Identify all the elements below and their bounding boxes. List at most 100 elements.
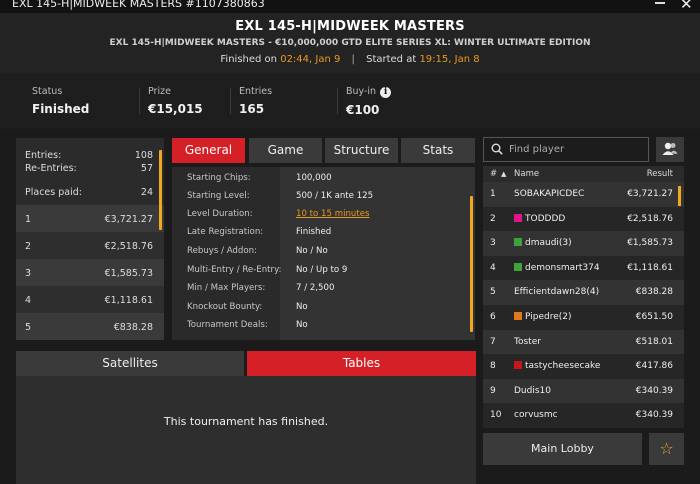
payout-row: 5 €838.28	[16, 313, 164, 340]
detail-row: Starting Level: 500 / 1K ante 125	[172, 191, 472, 209]
close-button[interactable]: ✕	[680, 0, 693, 12]
main-lobby-button[interactable]: Main Lobby	[483, 433, 642, 465]
divider	[337, 88, 338, 114]
player-list: 1 SOBAKAPICDEC €3,721.27 2 TODDDD €2,518.76 …	[483, 182, 684, 428]
search-icon	[491, 143, 503, 155]
general-details: Starting Chips: 100,000 Starting Level: 50…	[172, 167, 475, 340]
player-name-cell: Toster	[514, 337, 541, 347]
player-row[interactable]: 5 Efficientdawn28(4) €838.28	[483, 280, 684, 305]
tab-general[interactable]: General	[172, 138, 245, 163]
places-paid-row: Places paid: 24	[25, 187, 153, 198]
tab-tables[interactable]: Tables	[247, 351, 476, 376]
tab-stats[interactable]: Stats	[401, 138, 475, 163]
window-title: EXL 145-H|MIDWEEK MASTERS #1107380863	[12, 0, 265, 10]
player-row[interactable]: 8 tastycheesecake €417.86	[483, 354, 684, 379]
buyin-label-row: Buy-in i	[346, 86, 392, 98]
my-tournament-button[interactable]	[656, 137, 684, 162]
detail-key: Late Registration:	[187, 227, 264, 237]
player-row[interactable]: 6 Pipedre(2) €651.50	[483, 305, 684, 330]
level-duration-link[interactable]: 10 to 15 minutes	[296, 209, 369, 219]
player-rank: 3	[490, 238, 496, 249]
divider	[230, 88, 231, 114]
finished-time: 02:44, Jan 9	[280, 54, 341, 65]
col-rank[interactable]: #	[490, 169, 497, 179]
payout-scrollbar[interactable]	[159, 150, 162, 230]
minimize-button[interactable]	[655, 2, 665, 4]
payout-place: 5	[25, 322, 32, 333]
player-row[interactable]: 2 TODDDD €2,518.76	[483, 206, 684, 232]
search-input[interactable]	[509, 141, 644, 158]
prize-value: €15,015	[148, 102, 203, 116]
player-flag-icon	[514, 238, 522, 247]
player-list-scrollbar[interactable]	[678, 186, 681, 206]
col-result[interactable]: Result	[647, 169, 673, 179]
entries-row: Entries: 108	[25, 150, 153, 161]
player-name-cell: dmaudi(3)	[514, 238, 572, 248]
player-name-cell: demonsmart374	[514, 262, 600, 273]
player-row[interactable]: 9 Dudis10 €340.39	[483, 378, 684, 404]
status-value: Finished	[32, 102, 90, 116]
tournament-times: Finished on 02:44, Jan 9 | Started at 19…	[0, 54, 700, 65]
tournament-summary: Status Finished Prize €15,015 Entries 16…	[0, 73, 700, 129]
player-name: Pipedre(2)	[525, 312, 572, 322]
col-name[interactable]: Name	[514, 169, 539, 179]
player-name-cell: SOBAKAPICDEC	[514, 189, 584, 199]
detail-row: Starting Chips: 100,000	[172, 173, 472, 191]
player-name: corvusmc	[514, 410, 558, 421]
player-name-cell: corvusmc	[514, 410, 558, 420]
player-row[interactable]: 10 corvusmc €340.39	[483, 403, 684, 428]
info-icon[interactable]: i	[380, 87, 392, 98]
payout-amount: €1,118.61	[104, 295, 153, 306]
prize-stat: Prize €15,015	[148, 86, 203, 116]
places-paid-value: 24	[140, 187, 153, 198]
payout-place: 3	[25, 268, 32, 279]
tab-game[interactable]: Game	[249, 138, 322, 163]
detail-key: Rebuys / Addon:	[187, 246, 257, 256]
payout-list[interactable]: 1 €3,721.27 2 €2,518.76 3 €1,585.73 4 €1,118…	[16, 205, 164, 340]
player-rank: 8	[490, 361, 496, 372]
player-result: €651.50	[635, 312, 673, 322]
status-stat: Status Finished	[32, 86, 89, 116]
payout-amount: €3,721.27	[104, 214, 153, 225]
status-label: Status	[32, 86, 63, 97]
details-scrollbar[interactable]	[470, 196, 473, 332]
player-name: SOBAKAPICDEC	[514, 189, 585, 199]
entries-stat: Entries 165	[239, 86, 272, 116]
sort-asc-icon[interactable]: ▲	[501, 170, 506, 178]
player-name-cell: Dudis10	[514, 386, 551, 396]
detail-value: 7 / 2,500	[296, 283, 335, 293]
player-result: €417.86	[635, 361, 673, 372]
detail-value: 500 / 1K ante 125	[296, 191, 374, 201]
player-rank: 7	[490, 336, 496, 347]
payout-place: 4	[25, 295, 32, 306]
tab-satellites[interactable]: Satellites	[16, 351, 244, 376]
detail-value: No	[296, 320, 308, 330]
player-name-cell: Efficientdawn28(4)	[514, 287, 599, 297]
player-name: tastycheesecake	[525, 361, 601, 372]
player-row[interactable]: 3 dmaudi(3) €1,585.73	[483, 231, 684, 256]
player-name-cell: TODDDD	[514, 213, 565, 224]
player-row[interactable]: 4 demonsmart374 €1,118.61	[483, 255, 684, 281]
player-rank: 9	[490, 385, 496, 396]
player-row[interactable]: 1 SOBAKAPICDEC €3,721.27	[483, 182, 684, 207]
entries-summary: Entries: 108 Re-Entries: 57 Places paid: 24	[16, 138, 164, 205]
detail-row: Level Duration: 10 to 15 minutes	[172, 209, 472, 227]
buyin-stat: Buy-in i €100	[346, 86, 392, 117]
tab-structure[interactable]: Structure	[325, 138, 398, 163]
player-result: €340.39	[635, 410, 673, 421]
player-rank: 6	[490, 312, 496, 322]
entries-row-label: Entries:	[25, 150, 62, 161]
places-paid-label: Places paid:	[25, 187, 82, 198]
player-result: €340.39	[635, 385, 673, 396]
player-list-header: # ▲ Name Result	[483, 166, 684, 182]
detail-key: Starting Level:	[187, 191, 250, 201]
player-name: Toster	[514, 336, 541, 347]
favorite-button[interactable]: ☆	[649, 433, 684, 465]
player-result: €1,585.73	[627, 238, 673, 249]
player-search[interactable]	[483, 137, 649, 162]
payout-place: 2	[25, 241, 32, 252]
player-row[interactable]: 7 Toster €518.01	[483, 329, 684, 355]
started-label: Started at	[366, 54, 417, 65]
player-name: Efficientdawn28(4)	[514, 287, 600, 298]
entries-row-value: 108	[134, 150, 153, 161]
